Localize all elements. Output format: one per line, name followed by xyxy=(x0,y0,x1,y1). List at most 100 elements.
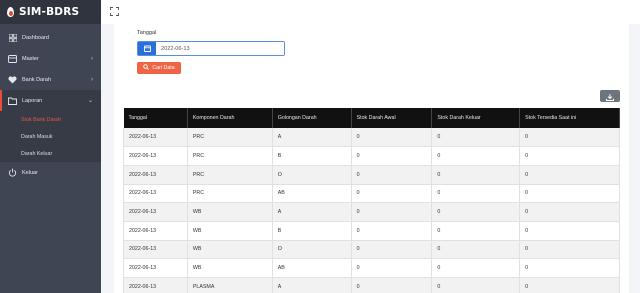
table-row: 2022-06-13 PRC O 0 0 0 xyxy=(123,165,620,185)
table-row: 2022-06-13 WB AB 0 0 0 xyxy=(123,258,620,278)
table-cell: 0 xyxy=(519,221,620,241)
column-header: Stok Darah Keluar xyxy=(431,108,521,128)
table-cell: 0 xyxy=(431,277,521,293)
fullscreen-toggle-icon[interactable] xyxy=(109,6,119,16)
table-cell: 0 xyxy=(519,258,620,278)
table-cell: 0 xyxy=(351,221,433,241)
table-cell: 0 xyxy=(519,184,620,204)
submenu-item-darah-keluar[interactable]: Darah Keluar xyxy=(0,145,101,162)
table-cell: 2022-06-13 xyxy=(123,184,188,204)
table-cell: 0 xyxy=(519,277,620,293)
sidebar-item-label: Dashboard xyxy=(22,34,49,41)
sidebar-item-label: Laporan xyxy=(22,97,43,104)
table-row: 2022-06-13 PRC AB 0 0 0 xyxy=(123,184,620,204)
table-cell: WB xyxy=(187,240,273,260)
power-icon xyxy=(8,168,17,177)
sidebar-item-laporan[interactable]: Laporan ⌄ xyxy=(0,90,101,111)
table-cell: 2022-06-13 xyxy=(123,221,188,241)
sidebar-item-master[interactable]: Master › xyxy=(0,48,101,69)
table-cell: 0 xyxy=(431,146,521,166)
table-cell: WB xyxy=(187,202,273,222)
sidebar-item-bank-darah[interactable]: Bank Darah › xyxy=(0,69,101,90)
table-cell: 0 xyxy=(351,258,433,278)
table-cell: 0 xyxy=(431,240,521,260)
table-cell: 0 xyxy=(351,184,433,204)
calendar-icon[interactable] xyxy=(138,42,156,55)
table-cell: 0 xyxy=(431,165,521,185)
table-cell: 0 xyxy=(431,184,521,204)
table-row: 2022-06-13 WB B 0 0 0 xyxy=(123,221,620,241)
table-cell: 0 xyxy=(351,128,433,148)
table-row: 2022-06-13 PRC B 0 0 0 xyxy=(123,146,620,166)
table-cell: 0 xyxy=(519,165,620,185)
table-cell: 2022-06-13 xyxy=(123,165,188,185)
table-cell: AB xyxy=(272,258,352,278)
blood-stock-table: Tanggal Komponen Darah Golongan Darah Stok … xyxy=(123,108,620,293)
submenu-item-stok-bank-darah[interactable]: Stok Bank Darah xyxy=(0,111,101,128)
download-button[interactable] xyxy=(600,90,620,102)
column-header: Golongan Darah xyxy=(272,108,352,128)
sidebar-bottom-menu: Keluar xyxy=(0,162,101,183)
table-cell: 0 xyxy=(519,146,620,166)
table-cell: WB xyxy=(187,221,273,241)
table-row: 2022-06-13 WB A 0 0 0 xyxy=(123,202,620,222)
sidebar-item-label: Keluar xyxy=(22,169,38,176)
sidebar-item-dashboard[interactable]: Dashboard xyxy=(0,27,101,48)
table-cell: PRC xyxy=(187,146,273,166)
brand[interactable]: SIM-BDRS xyxy=(0,0,101,24)
date-filter-label: Tanggal xyxy=(137,30,157,36)
table-cell: O xyxy=(272,240,352,260)
table-cell: A xyxy=(272,128,352,148)
table-cell: A xyxy=(272,277,352,293)
table-cell: 0 xyxy=(519,202,620,222)
date-input-group xyxy=(137,41,285,56)
table-cell: A xyxy=(272,202,352,222)
table-header-row: Tanggal Komponen Darah Golongan Darah Stok … xyxy=(123,108,620,128)
table-row: 2022-06-13 PRC A 0 0 0 xyxy=(123,128,620,148)
dashboard-icon xyxy=(8,33,17,42)
heart-icon xyxy=(8,75,17,84)
table-cell: WB xyxy=(187,258,273,278)
table-cell: 0 xyxy=(431,202,521,222)
brand-title: SIM-BDRS xyxy=(19,6,80,18)
sidebar-item-label: Bank Darah xyxy=(22,76,52,83)
submenu-item-darah-masuk[interactable]: Darah Masuk xyxy=(0,128,101,145)
sidebar-menu: Dashboard Master › Bank Darah › Laporan … xyxy=(0,27,101,111)
column-header: Stok Tersedia Saat ini xyxy=(519,108,620,128)
table-cell: 0 xyxy=(431,221,521,241)
sidebar-item-keluar[interactable]: Keluar xyxy=(0,162,101,183)
search-button-label: Cari Data xyxy=(152,65,175,71)
table-cell: 0 xyxy=(351,277,433,293)
search-data-button[interactable]: Cari Data xyxy=(137,62,181,74)
database-icon xyxy=(8,54,17,63)
laporan-submenu: Stok Bank Darah Darah Masuk Darah Keluar xyxy=(0,111,101,162)
table-cell: AB xyxy=(272,184,352,204)
column-header: Komponen Darah xyxy=(187,108,273,128)
download-icon xyxy=(606,89,614,104)
table-body: 2022-06-13 PRC A 0 0 0 2022-06-13 PRC B 0 0 0 2022-0… xyxy=(123,128,620,293)
search-icon xyxy=(143,64,150,72)
chevron-right-icon: › xyxy=(91,76,93,83)
chevron-down-icon: ⌄ xyxy=(87,98,93,104)
blood-drop-logo-icon xyxy=(7,7,14,17)
table-cell: 2022-06-13 xyxy=(123,277,188,293)
table-cell: 0 xyxy=(351,240,433,260)
column-header: Stok Darah Awal xyxy=(351,108,433,128)
table-cell: 2022-06-13 xyxy=(123,240,188,260)
table-cell: 0 xyxy=(519,240,620,260)
table-cell: B xyxy=(272,146,352,166)
table-cell: 2022-06-13 xyxy=(123,146,188,166)
table-cell: 0 xyxy=(431,258,521,278)
table-cell: PLASMA xyxy=(187,277,273,293)
table-cell: PRC xyxy=(187,184,273,204)
table-cell: 2022-06-13 xyxy=(123,258,188,278)
top-bar xyxy=(101,0,640,24)
table-cell: 0 xyxy=(351,146,433,166)
folder-icon xyxy=(8,96,17,105)
table-cell: 0 xyxy=(351,202,433,222)
table-cell: 0 xyxy=(431,128,521,148)
table-row: 2022-06-13 PLASMA A 0 0 0 xyxy=(123,277,620,293)
table-cell: O xyxy=(272,165,352,185)
date-input[interactable] xyxy=(156,42,284,55)
table-row: 2022-06-13 WB O 0 0 0 xyxy=(123,240,620,260)
